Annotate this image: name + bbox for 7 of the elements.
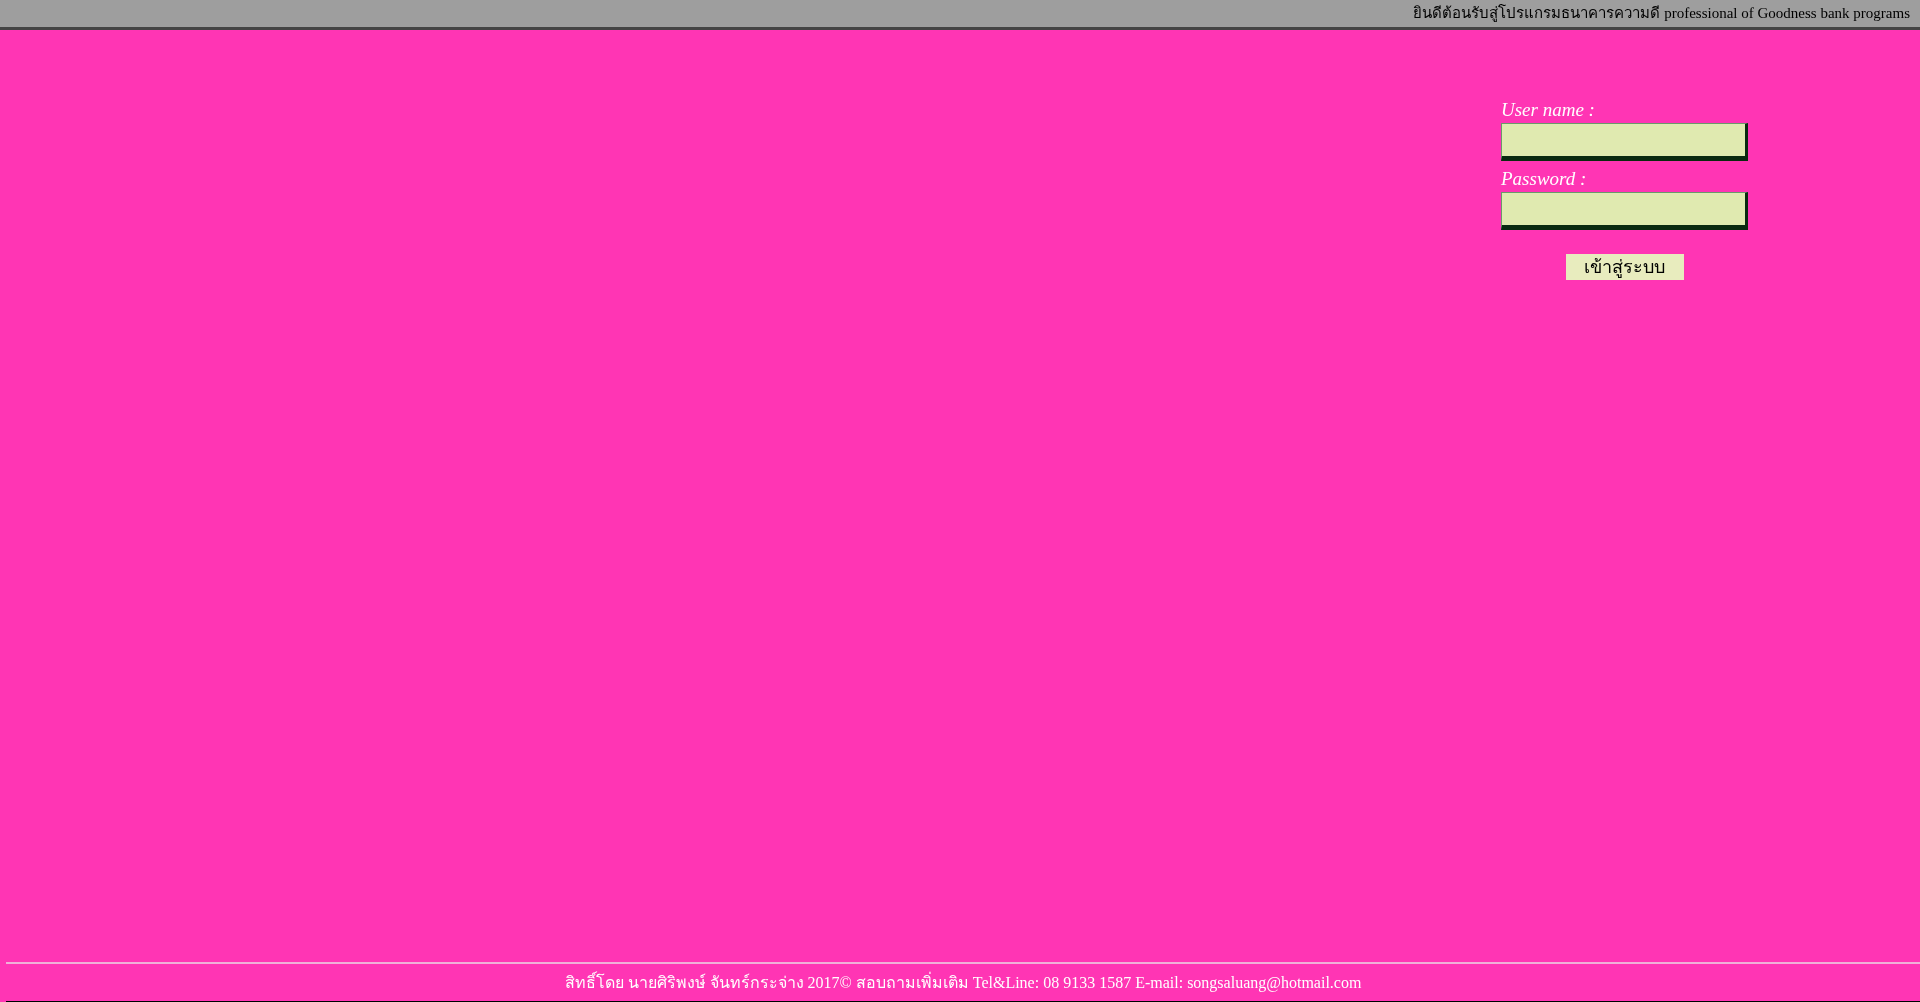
copyright-text: สิทธิ์โดย นายศิริพงษ์ จันทร์กระจ่าง 2017© สอบถามเพิ่มเติม Tel&Line: 08 9133 1587 E-mail: songsaluang@hotmail.com xyxy=(564,970,1362,994)
password-label: Password : xyxy=(1501,167,1588,191)
username-field[interactable] xyxy=(1501,123,1748,161)
welcome-text: ยินดีต้อนรับสู่โปรแกรมธนาคารความดี professional of Goodness bank programs xyxy=(1413,3,1910,24)
password-field[interactable] xyxy=(1501,192,1748,230)
username-label: User name : xyxy=(1501,98,1596,122)
login-button[interactable]: เข้าสู่ระบบ xyxy=(1565,254,1684,280)
